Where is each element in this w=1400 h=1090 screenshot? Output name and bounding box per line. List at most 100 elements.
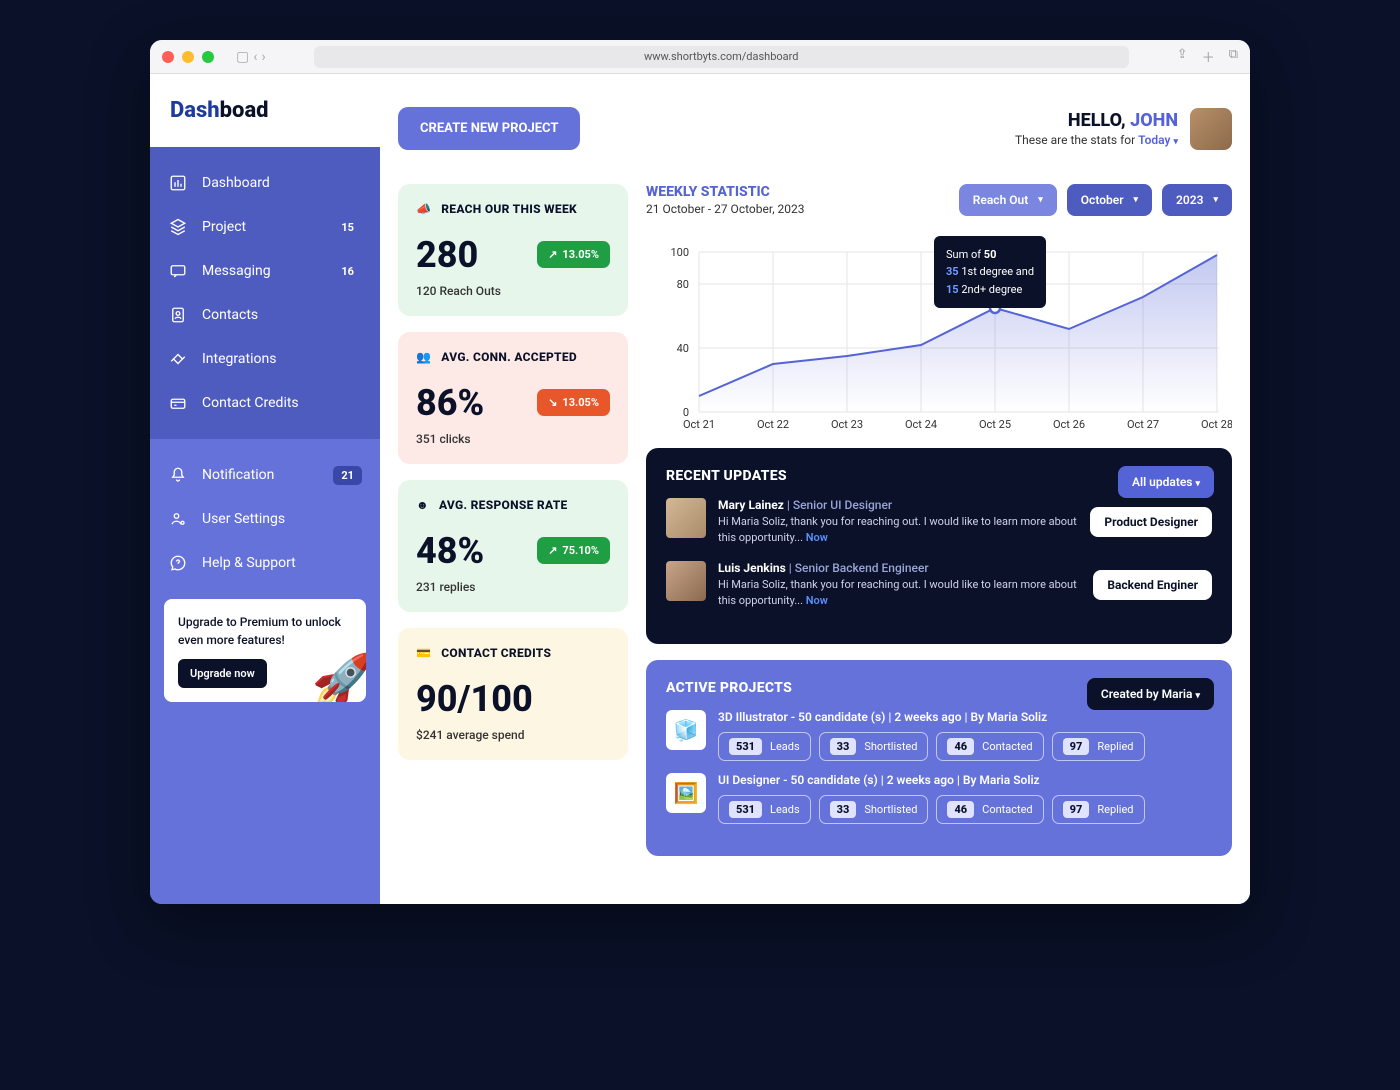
- svg-text:Oct 27: Oct 27: [1127, 418, 1159, 431]
- projects-filter-button[interactable]: Created by Maria ▾: [1087, 678, 1214, 710]
- main-content: CREATE NEW PROJECT HELLO, JOHN These are…: [380, 74, 1250, 904]
- delta-badge: ↗75.10%: [537, 537, 610, 564]
- filter-year[interactable]: 2023▾: [1162, 184, 1232, 216]
- sidebar-item-project[interactable]: Project15: [150, 205, 380, 249]
- project-item[interactable]: 🖼️ UI Designer - 50 candidate (s) | 2 we…: [666, 773, 1212, 824]
- integrations-icon: [168, 349, 188, 369]
- nav-main: Dashboard Project15 Messaging16 Contacts…: [150, 147, 380, 439]
- chevron-down-icon: ▾: [1195, 479, 1200, 489]
- recent-updates: RECENT UPDATES All updates ▾ Mary Lainez…: [646, 448, 1232, 644]
- forward-icon[interactable]: ›: [261, 49, 265, 65]
- right-column: WEEKLY STATISTIC 21 October - 27 October…: [646, 184, 1232, 887]
- stat-reach: 📣REACH OUR THIS WEEK 280↗13.05% 120 Reac…: [398, 184, 628, 316]
- sidebar-item-dashboard[interactable]: Dashboard: [150, 161, 380, 205]
- maximize-icon[interactable]: [202, 51, 214, 63]
- logo: Dashboad: [150, 74, 380, 147]
- nav-bottom: Notification21 User Settings Help & Supp…: [150, 439, 380, 904]
- svg-text:Oct 22: Oct 22: [757, 418, 789, 431]
- create-project-button[interactable]: CREATE NEW PROJECT: [398, 107, 580, 150]
- sidebar-item-help[interactable]: Help & Support: [150, 541, 380, 585]
- contacts-icon: [168, 305, 188, 325]
- project-icon: [168, 217, 188, 237]
- sidebar-item-contacts[interactable]: Contacts: [150, 293, 380, 337]
- stat-replied[interactable]: 97Replied: [1052, 795, 1145, 824]
- back-icon[interactable]: ‹: [253, 49, 257, 65]
- svg-text:Oct 21: Oct 21: [683, 418, 715, 431]
- upgrade-button[interactable]: Upgrade now: [178, 659, 267, 688]
- stat-leads[interactable]: 531Leads: [718, 795, 811, 824]
- chevron-down-icon: ▾: [1195, 691, 1200, 701]
- stat-shortlisted[interactable]: 33Shortlisted: [819, 795, 929, 824]
- update-item[interactable]: Mary Lainez | Senior UI Designer Hi Mari…: [666, 498, 1212, 547]
- stat-contacted[interactable]: 46Contacted: [936, 732, 1043, 761]
- bell-icon: [168, 465, 188, 485]
- greeting: HELLO, JOHN These are the stats for Toda…: [1015, 110, 1178, 147]
- sidebar-item-messaging[interactable]: Messaging16: [150, 249, 380, 293]
- sidebar-item-credits[interactable]: Contact Credits: [150, 381, 380, 425]
- app: Dashboad Dashboard Project15 Messaging16…: [150, 74, 1250, 904]
- weekly-chart: 100 80 40 0 Oct 21Oct 22Oct 23Oct 24Oct …: [646, 232, 1232, 432]
- stat-shortlisted[interactable]: 33Shortlisted: [819, 732, 929, 761]
- sidebar-toggle-icon[interactable]: ▢: [236, 49, 249, 65]
- user-avatar[interactable]: [1190, 108, 1232, 150]
- share-icon[interactable]: ⇪: [1177, 47, 1188, 66]
- smile-icon: ☻: [416, 498, 429, 512]
- url-bar[interactable]: www.shortbyts.com/dashboard: [314, 46, 1129, 68]
- delta-badge: ↗13.05%: [537, 241, 610, 268]
- stat-leads[interactable]: 531Leads: [718, 732, 811, 761]
- settings-icon: [168, 509, 188, 529]
- chart-tooltip: Sum of 50 35 1st degree and 15 2nd+ degr…: [934, 236, 1046, 309]
- dashboard-icon: [168, 173, 188, 193]
- chevron-down-icon: ▾: [1213, 195, 1218, 205]
- messaging-icon: [168, 261, 188, 281]
- filter-reachout[interactable]: Reach Out▾: [959, 184, 1057, 216]
- update-item[interactable]: Luis Jenkins | Senior Backend Engineer H…: [666, 561, 1212, 610]
- new-tab-icon[interactable]: ＋: [1202, 47, 1215, 66]
- tabs-icon[interactable]: ⧉: [1229, 47, 1238, 66]
- top-bar: CREATE NEW PROJECT HELLO, JOHN These are…: [398, 92, 1232, 166]
- sidebar-item-integrations[interactable]: Integrations: [150, 337, 380, 381]
- role-tag[interactable]: Product Designer: [1090, 507, 1212, 537]
- svg-text:40: 40: [677, 342, 689, 355]
- arrow-up-icon: ↗: [548, 248, 557, 261]
- stats-column: 📣REACH OUR THIS WEEK 280↗13.05% 120 Reac…: [398, 184, 628, 887]
- megaphone-icon: 📣: [416, 202, 431, 216]
- chevron-down-icon: ▾: [1173, 137, 1178, 147]
- project-item[interactable]: 🧊 3D Illustrator - 50 candidate (s) | 2 …: [666, 710, 1212, 761]
- upgrade-promo: Upgrade to Premium to unlock even more f…: [164, 599, 366, 702]
- sidebar-item-notification[interactable]: Notification21: [150, 453, 380, 497]
- close-icon[interactable]: [162, 51, 174, 63]
- filter-month[interactable]: October▾: [1067, 184, 1152, 216]
- project-icon: 🧊: [666, 710, 706, 750]
- sidebar-item-settings[interactable]: User Settings: [150, 497, 380, 541]
- card-icon: 💳: [416, 646, 431, 660]
- svg-text:Oct 26: Oct 26: [1053, 418, 1085, 431]
- svg-text:80: 80: [677, 278, 689, 291]
- users-icon: 👥: [416, 350, 431, 364]
- stat-replied[interactable]: 97Replied: [1052, 732, 1145, 761]
- role-tag[interactable]: Backend Enginer: [1093, 570, 1212, 600]
- updates-filter-button[interactable]: All updates ▾: [1118, 466, 1214, 498]
- chevron-down-icon: ▾: [1038, 195, 1043, 205]
- chevron-down-icon: ▾: [1134, 195, 1139, 205]
- active-projects: ACTIVE PROJECTS Created by Maria ▾ 🧊 3D …: [646, 660, 1232, 856]
- svg-text:Oct 25: Oct 25: [979, 418, 1011, 431]
- avatar: [666, 498, 706, 538]
- minimize-icon[interactable]: [182, 51, 194, 63]
- stat-contacted[interactable]: 46Contacted: [936, 795, 1043, 824]
- avatar: [666, 561, 706, 601]
- arrow-up-icon: ↗: [548, 544, 557, 557]
- help-icon: [168, 553, 188, 573]
- titlebar: ▢ ‹ › www.shortbyts.com/dashboard ⇪ ＋ ⧉: [150, 40, 1250, 74]
- arrow-down-icon: ↘: [548, 396, 557, 409]
- stat-credits: 💳CONTACT CREDITS 90/100 $241 average spe…: [398, 628, 628, 760]
- rocket-icon: 🚀: [312, 652, 366, 702]
- browser-window: ▢ ‹ › www.shortbyts.com/dashboard ⇪ ＋ ⧉ …: [150, 40, 1250, 904]
- stat-response: ☻AVG. RESPONSE RATE 48%↗75.10% 231 repli…: [398, 480, 628, 612]
- sidebar: Dashboad Dashboard Project15 Messaging16…: [150, 74, 380, 904]
- chart-header: WEEKLY STATISTIC 21 October - 27 October…: [646, 184, 1232, 216]
- delta-badge: ↘13.05%: [537, 389, 610, 416]
- svg-text:Oct 23: Oct 23: [831, 418, 863, 431]
- period-selector[interactable]: Today ▾: [1138, 133, 1178, 147]
- svg-text:Oct 24: Oct 24: [905, 418, 937, 431]
